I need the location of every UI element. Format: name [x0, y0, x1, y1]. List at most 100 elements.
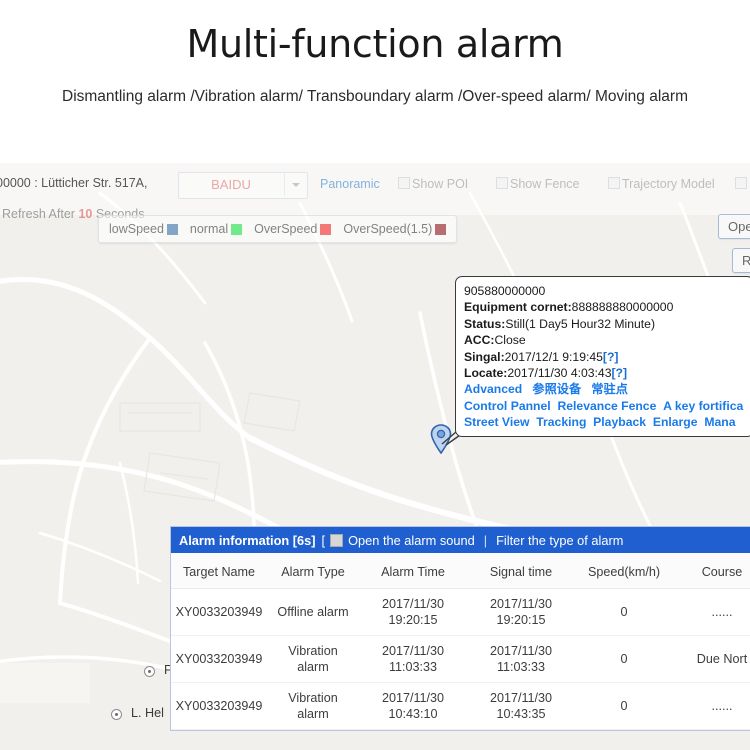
cell-course: Due Nort — [673, 636, 750, 683]
legend-item-lowspeed: lowSpeed — [109, 222, 178, 236]
popup-status-value: Still(1 Day5 Hour32 Minute) — [505, 317, 655, 331]
cell-alarm-time: 2017/11/3011:03:33 — [359, 636, 467, 683]
open-button[interactable]: Open — [718, 214, 750, 239]
checkbox-icon[interactable] — [398, 177, 410, 189]
cell-target-name: XY0033203949 — [171, 683, 267, 730]
popup-link-manage[interactable]: Mana — [704, 415, 735, 429]
checkbox-show-fence[interactable]: Show Fence — [496, 177, 579, 191]
alarm-information-panel: Alarm information [6s] [ Open the alarm … — [170, 526, 750, 731]
cell-alarm-type: Vibrationalarm — [267, 636, 359, 683]
popup-cornet-row: Equipment cornet:888888880000000 — [464, 299, 750, 315]
filter-alarm-type-link[interactable]: Filter the type of alarm — [496, 533, 623, 548]
popup-device-id: 905880000000 — [464, 283, 750, 299]
popup-acc-label: ACC: — [464, 333, 494, 347]
popup-cornet-label: Equipment cornet: — [464, 300, 572, 314]
popup-link-reference-device[interactable]: 参照设备 — [532, 382, 581, 396]
popup-locate-row: Locate:2017/11/30 4:03:43[?] — [464, 365, 750, 381]
checkbox-show-poi-label: Show POI — [412, 177, 468, 191]
table-row[interactable]: XY0033203949 Vibrationalarm 2017/11/3010… — [171, 683, 750, 730]
cell-signal-time: 2017/11/3019:20:15 — [467, 589, 575, 636]
cell-course: ...... — [673, 683, 750, 730]
cell-target-name: XY0033203949 — [171, 636, 267, 683]
legend-label-normal: normal — [190, 222, 228, 236]
map-provider-select[interactable]: BAIDU — [178, 172, 308, 199]
popup-link-control-pannel[interactable]: Control Pannel — [464, 399, 551, 413]
popup-locate-help-icon[interactable]: [?] — [611, 366, 627, 380]
popup-signal-row: Singal:2017/12/1 9:19:45[?] — [464, 349, 750, 365]
cell-signal-time: 2017/11/3010:43:35 — [467, 683, 575, 730]
cell-target-name: XY0033203949 — [171, 589, 267, 636]
popup-signal-label: Singal: — [464, 350, 505, 364]
checkbox-icon[interactable] — [496, 177, 508, 189]
checkbox-extra-cutoff[interactable] — [735, 177, 749, 191]
poi-dot-l-hel — [111, 709, 122, 720]
column-target-name[interactable]: Target Name — [171, 553, 267, 589]
legend-item-normal: normal — [190, 222, 242, 236]
refresh-seconds: 10 — [78, 207, 92, 221]
column-course[interactable]: Course — [673, 553, 750, 589]
column-speed[interactable]: Speed(km/h) — [575, 553, 673, 589]
legend-label-lowspeed: lowSpeed — [109, 222, 164, 236]
cell-alarm-type: Vibrationalarm — [267, 683, 359, 730]
popup-cornet-value: 888888880000000 — [572, 300, 674, 314]
poi-label-l-hel: L. Hel — [131, 706, 164, 720]
popup-acc-value: Close — [494, 333, 525, 347]
popup-status-row: Status:Still(1 Day5 Hour32 Minute) — [464, 316, 750, 332]
popup-locate-label: Locate: — [464, 366, 507, 380]
legend-label-overspeed: OverSpeed — [254, 222, 317, 236]
cell-signal-time: 2017/11/3011:03:33 — [467, 636, 575, 683]
map-provider-value: BAIDU — [179, 177, 283, 192]
refresh-button[interactable]: R — [732, 248, 750, 273]
popup-link-enlarge[interactable]: Enlarge — [653, 415, 698, 429]
cell-alarm-time: 2017/11/3010:43:10 — [359, 683, 467, 730]
popup-status-label: Status: — [464, 317, 505, 331]
checkbox-trajectory-model[interactable]: Trajectory Model — [608, 177, 715, 191]
checkbox-show-poi[interactable]: Show POI — [398, 177, 468, 191]
legend-swatch-overspeed-15 — [435, 224, 446, 235]
popup-acc-row: ACC:Close — [464, 332, 750, 348]
checkbox-show-fence-label: Show Fence — [510, 177, 579, 191]
alarm-panel-title: Alarm information [6s] — [179, 533, 316, 548]
alarm-table-body: Target Name Alarm Type Alarm Time Signal… — [171, 553, 750, 730]
popup-link-playback[interactable]: Playback — [593, 415, 646, 429]
popup-link-street-view[interactable]: Street View — [464, 415, 529, 429]
alarm-panel-header: Alarm information [6s] [ Open the alarm … — [171, 527, 750, 553]
page-subtitle: Dismantling alarm /Vibration alarm/ Tran… — [0, 88, 750, 106]
cell-course: ...... — [673, 589, 750, 636]
cell-speed: 0 — [575, 683, 673, 730]
popup-signal-help-icon[interactable]: [?] — [603, 350, 619, 364]
cell-alarm-time: 2017/11/3019:20:15 — [359, 589, 467, 636]
alarm-table-header-row: Target Name Alarm Type Alarm Time Signal… — [171, 553, 750, 589]
poi-dot-famibi — [144, 666, 155, 677]
cell-alarm-type: Offline alarm — [267, 589, 359, 636]
alarm-table-rows: XY0033203949 Offline alarm 2017/11/3019:… — [171, 589, 750, 730]
legend-label-overspeed-15: OverSpeed(1.5) — [343, 222, 432, 236]
current-address-label: 00000 : Lütticher Str. 517A, — [0, 176, 148, 190]
popup-link-relevance-fence[interactable]: Relevance Fence — [557, 399, 656, 413]
page-root: Multi-function alarm Dismantling alarm /… — [0, 0, 750, 750]
popup-links-row-3: Street View Tracking Playback Enlarge Ma… — [464, 414, 750, 430]
column-alarm-time[interactable]: Alarm Time — [359, 553, 467, 589]
panoramic-link[interactable]: Panoramic — [320, 177, 380, 191]
legend-item-overspeed-15: OverSpeed(1.5) — [343, 222, 446, 236]
open-alarm-sound-label[interactable]: Open the alarm sound — [348, 533, 475, 548]
checkbox-icon[interactable] — [735, 177, 747, 189]
refresh-prefix: Refresh After — [2, 207, 75, 221]
column-signal-time[interactable]: Signal time — [467, 553, 575, 589]
device-info-popup[interactable]: 905880000000 Equipment cornet:8888888800… — [455, 276, 750, 437]
popup-link-resident-point[interactable]: 常驻点 — [591, 382, 628, 396]
table-row[interactable]: XY0033203949 Offline alarm 2017/11/3019:… — [171, 589, 750, 636]
column-alarm-type[interactable]: Alarm Type — [267, 553, 359, 589]
chevron-down-icon[interactable] — [284, 173, 307, 196]
popup-link-tracking[interactable]: Tracking — [536, 415, 586, 429]
table-row[interactable]: XY0033203949 Vibrationalarm 2017/11/3011… — [171, 636, 750, 683]
popup-link-advanced[interactable]: Advanced — [464, 382, 522, 396]
legend-swatch-overspeed — [320, 224, 331, 235]
legend-item-overspeed: OverSpeed — [254, 222, 331, 236]
checkbox-open-alarm-sound-icon[interactable] — [330, 534, 343, 547]
legend-swatch-lowspeed — [167, 224, 178, 235]
cell-speed: 0 — [575, 636, 673, 683]
popup-link-a-key-fortification[interactable]: A key fortifica — [663, 399, 743, 413]
checkbox-icon[interactable] — [608, 177, 620, 189]
alarm-table: Target Name Alarm Type Alarm Time Signal… — [171, 553, 750, 730]
